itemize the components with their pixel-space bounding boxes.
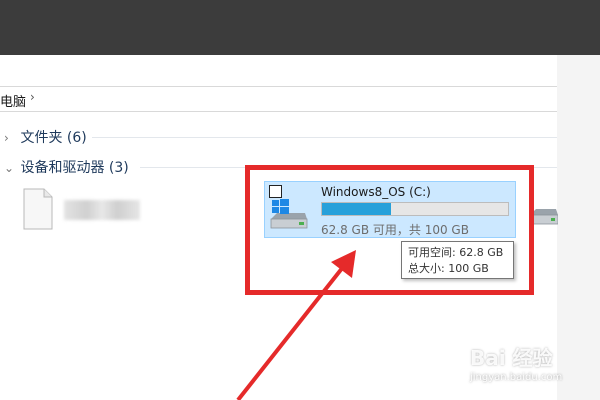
chevron-right-icon[interactable]: › (4, 131, 16, 145)
blurred-item-label (64, 200, 140, 220)
breadcrumb-this-pc[interactable]: 电脑 (0, 91, 26, 110)
section-label-folders: 文件夹 (6) (20, 130, 87, 146)
section-label-devices: 设备和驱动器 (3) (20, 160, 129, 176)
section-header-devices[interactable]: ⌄ 设备和驱动器 (3) (4, 157, 129, 177)
annotation-highlight-box (245, 165, 534, 295)
screenshot-stage: 电脑 › › 文件夹 (6) ⌄ 设备和驱动器 (3) Windows8_OS … (0, 0, 600, 400)
section-header-folders[interactable]: › 文件夹 (6) (4, 127, 87, 147)
watermark-logo: Bai 经验 (470, 346, 553, 370)
section-divider (92, 137, 557, 138)
document-icon[interactable] (22, 188, 54, 230)
chevron-down-icon[interactable]: ⌄ (4, 161, 16, 175)
watermark-url: jingyan.baidu.com (470, 372, 563, 383)
address-bar[interactable]: 电脑 › (0, 86, 557, 112)
baidu-watermark: Bai 经验 jingyan.baidu.com (470, 342, 595, 392)
breadcrumb-chevron-icon[interactable]: › (30, 90, 35, 104)
